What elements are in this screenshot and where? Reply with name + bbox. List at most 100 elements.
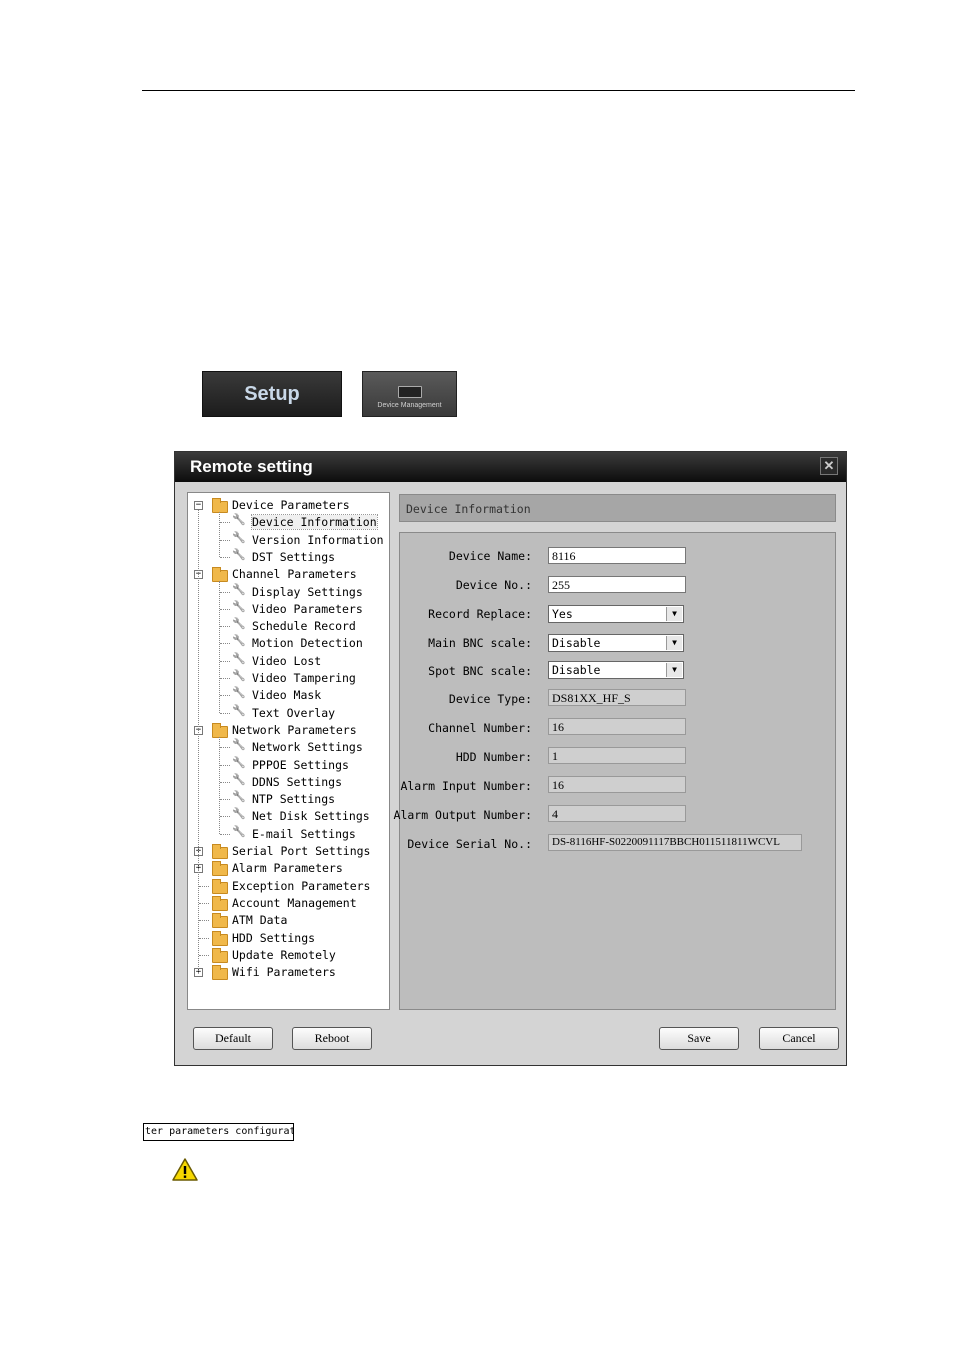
- tree-leaf[interactable]: 🔧 PPPOE Settings: [188, 755, 387, 774]
- dropdown-arrow-icon[interactable]: ▼: [666, 663, 682, 677]
- tree-leaf[interactable]: 🔧 Display Settings: [188, 582, 387, 601]
- tree-connector: [220, 556, 230, 558]
- channel-number-field: 16: [548, 718, 686, 735]
- tree-leaf[interactable]: 🔧 Motion Detection: [188, 634, 387, 652]
- device-no-label: Device No.:: [455, 578, 532, 592]
- setup-label: Setup: [244, 382, 300, 405]
- serial-no-label: Device Serial No.:: [407, 837, 532, 851]
- window-titlebar: Remote setting ✕: [175, 452, 846, 482]
- alarm-output-field: 4: [548, 805, 686, 822]
- tree-label: ATM Data: [232, 913, 288, 928]
- tree-leaf[interactable]: 🔧 NTP Settings: [188, 790, 387, 808]
- tree-label: Serial Port Settings: [232, 844, 371, 858]
- tree-label: Schedule Record: [252, 619, 356, 634]
- wrench-icon: 🔧: [232, 669, 246, 682]
- header-rule: [142, 90, 855, 91]
- tree-label: Network Parameters: [232, 722, 357, 737]
- dropdown-arrow-icon[interactable]: ▼: [666, 636, 682, 650]
- tree-leaf[interactable]: 🔧 DDNS Settings: [188, 773, 387, 791]
- tree-leaf[interactable]: 🔧 E-mail Settings: [188, 824, 387, 843]
- tree-label: Text Overlay: [252, 705, 336, 720]
- folder-icon: [212, 844, 228, 859]
- tree-connector: [199, 902, 209, 904]
- tree-leaf[interactable]: 🔧 DST Settings: [188, 548, 387, 566]
- tree-label: Wifi Parameters: [232, 965, 336, 980]
- wrench-icon: 🔧: [232, 634, 246, 648]
- tree-group[interactable]: ATM Data: [188, 912, 387, 929]
- device-information-panel: Device Name: 8116 Device No.: 255 Record…: [394, 532, 836, 1010]
- tree-group[interactable]: Exception Parameters: [188, 878, 387, 895]
- tree-leaf[interactable]: 🔧 Network Settings: [188, 738, 387, 756]
- spot-bnc-select[interactable]: Disable ▼: [548, 661, 684, 679]
- tree-label: E-mail Settings: [252, 826, 356, 841]
- tree-group[interactable]: Account Management: [188, 895, 387, 912]
- tree-leaf[interactable]: 🔧 Video Mask: [188, 686, 387, 704]
- warning-icon: [172, 1158, 198, 1181]
- wrench-icon: 🔧: [232, 824, 246, 838]
- tree-group[interactable]: + Wifi Parameters: [188, 964, 387, 981]
- tree-connector: [220, 747, 230, 749]
- tree-trunk: [198, 510, 199, 974]
- tree-label: NTP Settings: [252, 792, 336, 807]
- tree-connector: [220, 539, 230, 541]
- record-replace-label: Record Replace:: [428, 607, 532, 621]
- tree-label: Video Mask: [252, 688, 322, 703]
- tree-connector: [220, 712, 230, 714]
- tree-group[interactable]: HDD Settings: [188, 930, 387, 947]
- tree-connector: [220, 608, 230, 610]
- save-button[interactable]: Save: [659, 1027, 739, 1050]
- tree-connector: [199, 920, 209, 922]
- setup-button[interactable]: Setup: [202, 371, 342, 417]
- close-icon[interactable]: ✕: [820, 457, 838, 475]
- tree-connector: [220, 799, 230, 801]
- main-bnc-value: Disable: [552, 636, 601, 650]
- device-type-field: DS81XX_HF_S: [548, 689, 686, 706]
- tree-connector: [220, 678, 230, 679]
- tree-label: Update Remotely: [232, 947, 336, 962]
- tree-connector: [220, 591, 230, 593]
- wrench-icon: 🔧: [232, 582, 246, 596]
- tree-leaf[interactable]: 🔧 Video Tampering: [188, 669, 387, 687]
- device-no-input[interactable]: 255: [548, 576, 686, 593]
- tree-label: DDNS Settings: [252, 774, 343, 789]
- tree-group[interactable]: + Alarm Parameters: [188, 860, 387, 877]
- wrench-icon: 🔧: [232, 686, 246, 700]
- tree-group[interactable]: − Device Parameters: [188, 497, 387, 514]
- tree-group[interactable]: + Serial Port Settings: [188, 843, 387, 860]
- tree-connector: [199, 885, 209, 887]
- record-replace-select[interactable]: Yes ▼: [548, 605, 684, 623]
- wrench-icon: 🔧: [232, 755, 246, 769]
- tree-group[interactable]: Update Remotely: [188, 947, 387, 964]
- tree-group[interactable]: − Channel Parameters: [188, 566, 387, 583]
- device-management-button[interactable]: Device Management: [362, 371, 457, 417]
- tree-label: Motion Detection: [252, 636, 363, 651]
- main-bnc-select[interactable]: Disable ▼: [548, 634, 684, 652]
- collapse-icon[interactable]: −: [194, 501, 203, 510]
- serial-no-field: DS-8116HF-S0220091117BBCH011511811WCVL: [548, 834, 802, 851]
- tree-leaf[interactable]: 🔧 Text Overlay: [188, 704, 387, 722]
- reboot-button[interactable]: Reboot: [292, 1027, 372, 1050]
- tree-connector: [220, 643, 230, 645]
- figure-caption: ter parameters configurati: [143, 1123, 294, 1141]
- settings-tree[interactable]: − Device Parameters 🔧 Device Information 🔧 Ve…: [187, 492, 390, 1010]
- folder-icon: [212, 913, 228, 929]
- cancel-button[interactable]: Cancel: [759, 1027, 839, 1050]
- tree-leaf[interactable]: 🔧 Version Information: [188, 531, 387, 549]
- tree-connector: [220, 695, 230, 697]
- tree-label: Network Settings: [252, 740, 363, 755]
- device-name-input[interactable]: 8116: [548, 547, 686, 564]
- dropdown-arrow-icon[interactable]: ▼: [666, 607, 682, 621]
- channel-number-label: Channel Number:: [428, 721, 532, 735]
- tree-leaf[interactable]: 🔧 Video Parameters: [188, 600, 387, 618]
- tree-label: Exception Parameters: [232, 878, 371, 893]
- tree-leaf[interactable]: 🔧 Video Lost: [188, 652, 387, 670]
- tree-label: Video Lost: [252, 653, 322, 668]
- tree-leaf[interactable]: 🔧 Device Information: [188, 513, 387, 531]
- folder-icon: [212, 878, 228, 894]
- panel-title: Device Information: [406, 502, 531, 516]
- tree-connector: [220, 764, 230, 766]
- tree-leaf[interactable]: 🔧 Net Disk Settings: [188, 807, 387, 825]
- default-button[interactable]: Default: [193, 1027, 273, 1050]
- tree-leaf[interactable]: 🔧 Schedule Record: [188, 617, 387, 635]
- tree-group[interactable]: − Network Parameters: [188, 722, 387, 739]
